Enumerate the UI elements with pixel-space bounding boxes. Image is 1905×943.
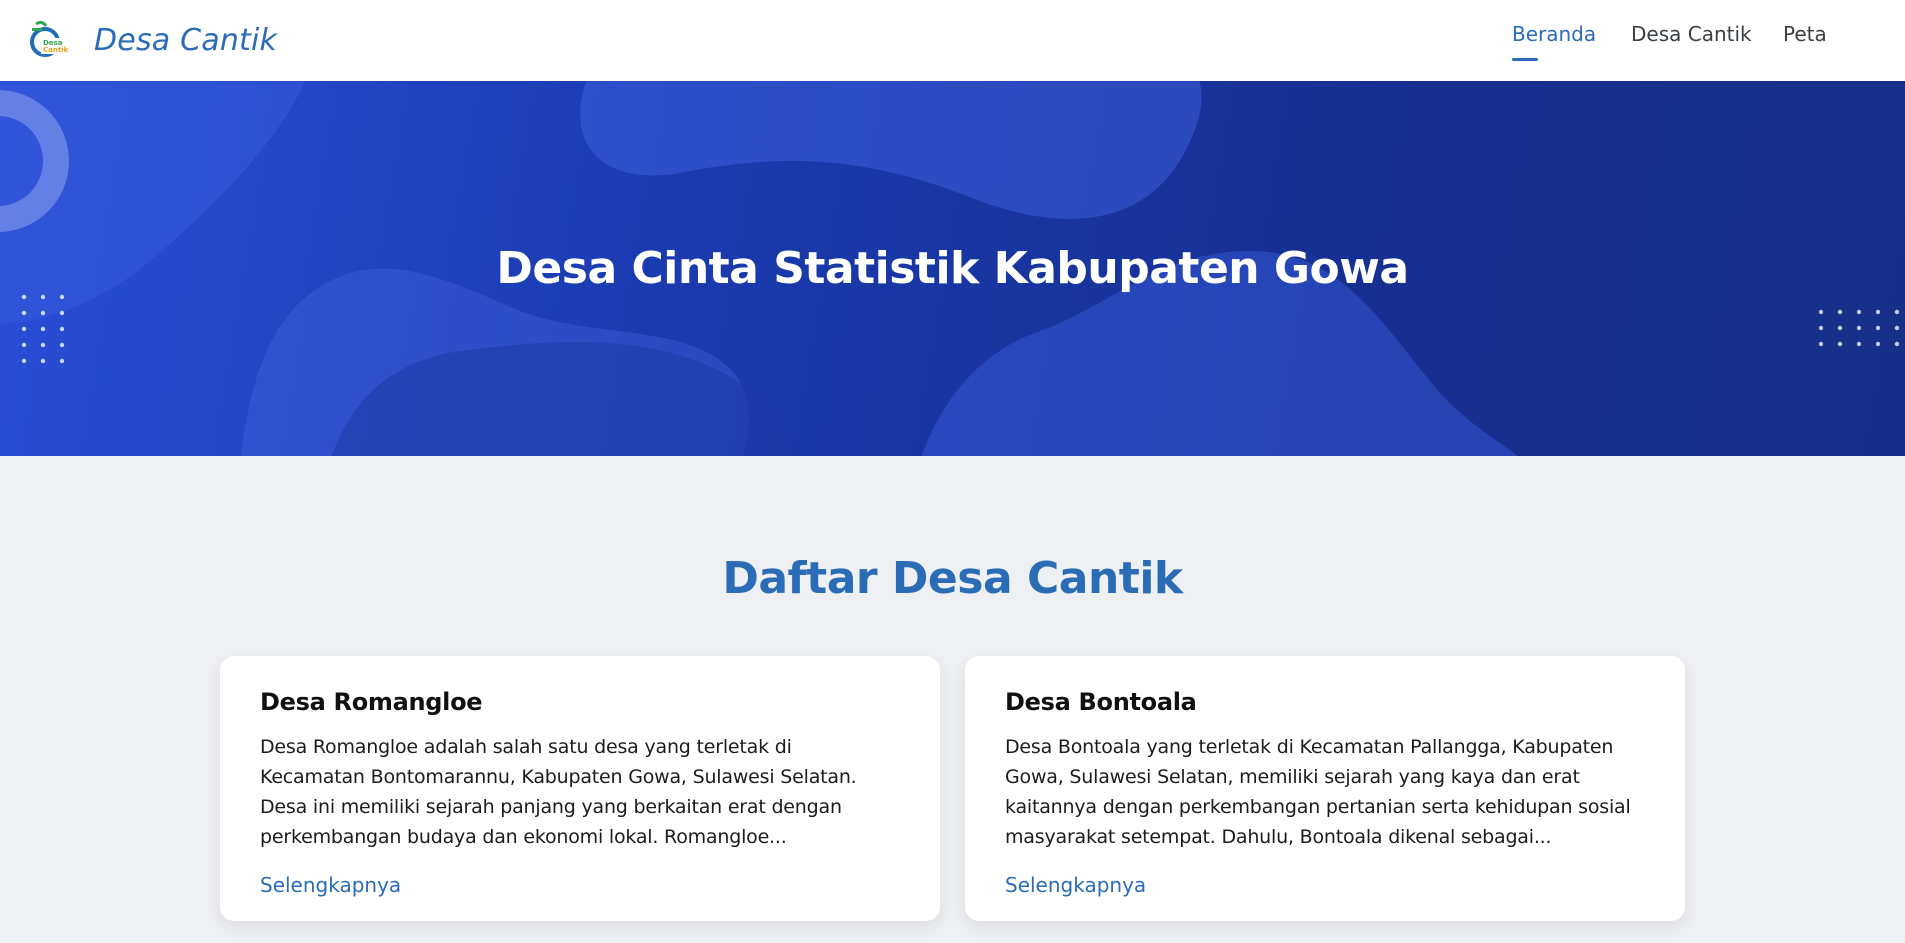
nav-item-label: Peta (1783, 22, 1827, 46)
section-title: Daftar Desa Cantik (722, 553, 1183, 604)
card-description: Desa Bontoala yang terletak di Kecamatan… (1005, 736, 1631, 848)
nav-item-beranda[interactable]: Beranda (1512, 22, 1597, 61)
village-card-bontoala: Desa Bontoala Desa Bontoala yang terleta… (965, 656, 1685, 921)
nav-item-peta[interactable]: Peta (1783, 22, 1827, 46)
nav-item-label: Desa Cantik (1631, 22, 1752, 46)
top-navbar: Desa Cantik Desa Cantik Beranda Desa Can… (0, 0, 1905, 81)
active-nav-indicator (1512, 58, 1538, 61)
village-card-romangloe: Desa Romangloe Desa Romangloe adalah sal… (220, 656, 940, 921)
card-title: Desa Bontoala (1005, 688, 1197, 716)
card-description: Desa Romangloe adalah salah satu desa ya… (260, 736, 857, 848)
read-more-link[interactable]: Selengkapnya (1005, 873, 1146, 897)
hero-banner: Desa Cinta Statistik Kabupaten Gowa (0, 81, 1905, 456)
card-title: Desa Romangloe (260, 688, 483, 716)
hero-title: Desa Cinta Statistik Kabupaten Gowa (496, 243, 1409, 294)
brand-home-link[interactable]: Desa Cantik Desa Cantik (28, 20, 277, 60)
svg-text:Cantik: Cantik (43, 46, 69, 54)
desa-cantik-logo-icon: Desa Cantik (30, 20, 69, 57)
brand-name: Desa Cantik (94, 22, 278, 58)
read-more-link[interactable]: Selengkapnya (260, 873, 401, 897)
nav-item-label: Beranda (1512, 22, 1597, 46)
nav-item-desa-cantik[interactable]: Desa Cantik (1631, 22, 1752, 46)
